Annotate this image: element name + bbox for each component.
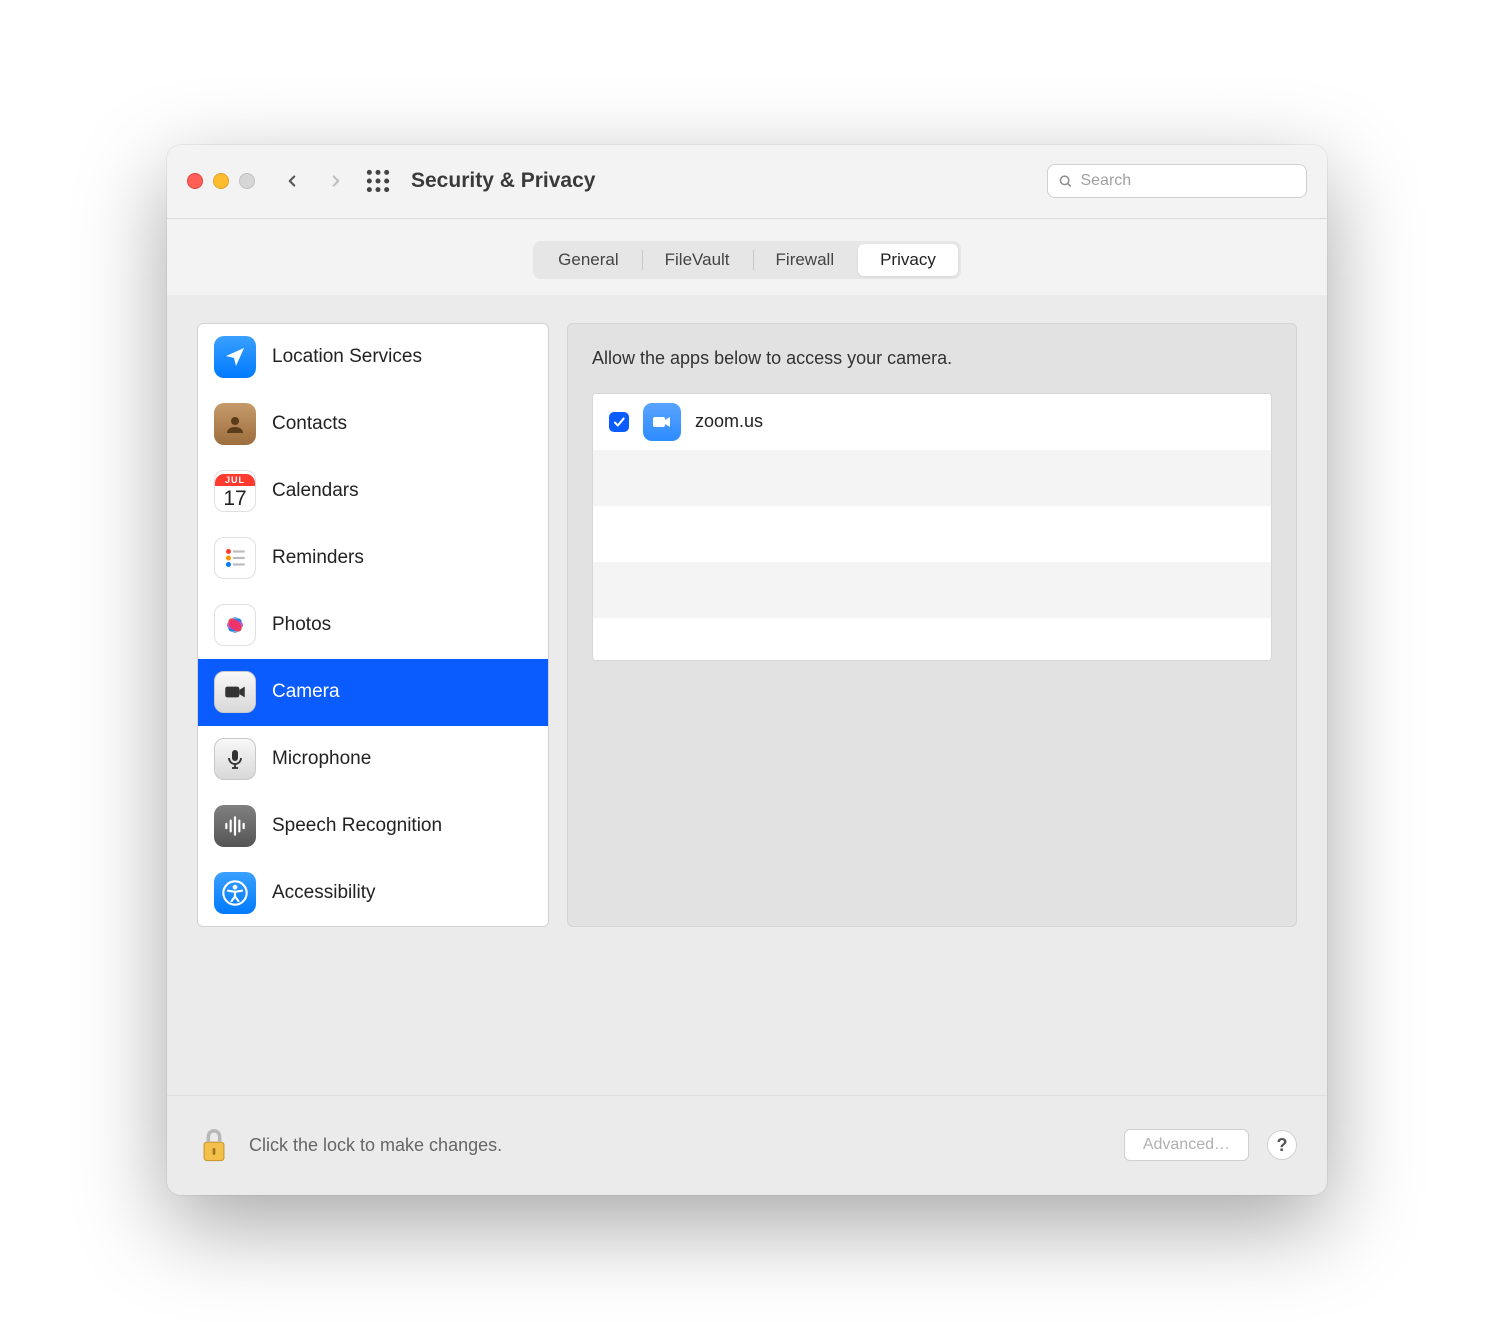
- sidebar-item-calendars[interactable]: JUL 17 Calendars: [198, 458, 548, 525]
- chevron-left-icon: [283, 172, 301, 190]
- advanced-button[interactable]: Advanced…: [1124, 1129, 1249, 1161]
- app-row-empty: [593, 450, 1271, 506]
- app-row-zoom: zoom.us: [593, 394, 1271, 450]
- back-button[interactable]: [277, 166, 307, 196]
- camera-icon: [214, 671, 256, 713]
- preferences-window: Security & Privacy General FileVault Fir…: [167, 145, 1327, 1195]
- location-icon: [214, 336, 256, 378]
- sidebar-item-speech-recognition[interactable]: Speech Recognition: [198, 793, 548, 860]
- checkmark-icon: [612, 415, 626, 429]
- traffic-lights: [187, 173, 255, 189]
- privacy-category-list[interactable]: Location Services Contacts JUL 17 Calend…: [197, 323, 549, 927]
- sidebar-item-camera[interactable]: Camera: [198, 659, 548, 726]
- forward-button: [321, 166, 351, 196]
- lock-button[interactable]: [197, 1125, 231, 1165]
- sidebar-item-label: Reminders: [272, 547, 364, 569]
- detail-panel: Allow the apps below to access your came…: [567, 323, 1297, 927]
- sidebar-item-accessibility[interactable]: Accessibility: [198, 860, 548, 927]
- sidebar-item-label: Camera: [272, 681, 340, 703]
- sidebar-item-label: Microphone: [272, 748, 371, 770]
- microphone-icon: [214, 738, 256, 780]
- tab-filevault[interactable]: FileVault: [643, 244, 752, 276]
- search-icon: [1058, 173, 1072, 189]
- app-checkbox-zoom[interactable]: [609, 412, 629, 432]
- window-title: Security & Privacy: [411, 169, 595, 193]
- show-all-button[interactable]: [365, 168, 391, 194]
- calendar-icon: JUL 17: [214, 470, 256, 512]
- accessibility-icon: [214, 872, 256, 914]
- help-button[interactable]: ?: [1267, 1130, 1297, 1160]
- app-row-empty: [593, 618, 1271, 660]
- titlebar: Security & Privacy: [167, 145, 1327, 219]
- tab-firewall[interactable]: Firewall: [754, 244, 857, 276]
- speech-recognition-icon: [214, 805, 256, 847]
- content-area: Location Services Contacts JUL 17 Calend…: [167, 295, 1327, 1095]
- footer: Click the lock to make changes. Advanced…: [167, 1095, 1327, 1195]
- sidebar-item-label: Photos: [272, 614, 331, 636]
- search-field[interactable]: [1047, 164, 1307, 198]
- sidebar-item-contacts[interactable]: Contacts: [198, 391, 548, 458]
- app-row-empty: [593, 506, 1271, 562]
- sidebar-item-label: Contacts: [272, 413, 347, 435]
- zoom-window-button[interactable]: [239, 173, 255, 189]
- sidebar-item-photos[interactable]: Photos: [198, 592, 548, 659]
- close-window-button[interactable]: [187, 173, 203, 189]
- sidebar-item-location-services[interactable]: Location Services: [198, 324, 548, 391]
- sidebar-item-microphone[interactable]: Microphone: [198, 726, 548, 793]
- lock-hint-text: Click the lock to make changes.: [249, 1135, 502, 1156]
- chevron-right-icon: [327, 172, 345, 190]
- sidebar-item-label: Speech Recognition: [272, 815, 442, 837]
- sidebar-item-label: Location Services: [272, 346, 422, 368]
- sidebar-item-label: Accessibility: [272, 882, 375, 904]
- zoom-app-icon: [643, 403, 681, 441]
- contacts-icon: [214, 403, 256, 445]
- tab-privacy[interactable]: Privacy: [858, 244, 958, 276]
- minimize-window-button[interactable]: [213, 173, 229, 189]
- tab-bar: General FileVault Firewall Privacy: [167, 219, 1327, 279]
- search-input[interactable]: [1080, 172, 1296, 190]
- app-row-empty: [593, 562, 1271, 618]
- photos-icon: [214, 604, 256, 646]
- reminders-icon: [214, 537, 256, 579]
- tab-general[interactable]: General: [536, 244, 640, 276]
- grid-icon: [365, 168, 391, 194]
- app-permission-list: zoom.us: [592, 393, 1272, 661]
- app-name-label: zoom.us: [695, 411, 763, 432]
- detail-prompt: Allow the apps below to access your came…: [592, 348, 1272, 369]
- sidebar-item-label: Calendars: [272, 480, 359, 502]
- sidebar-item-reminders[interactable]: Reminders: [198, 525, 548, 592]
